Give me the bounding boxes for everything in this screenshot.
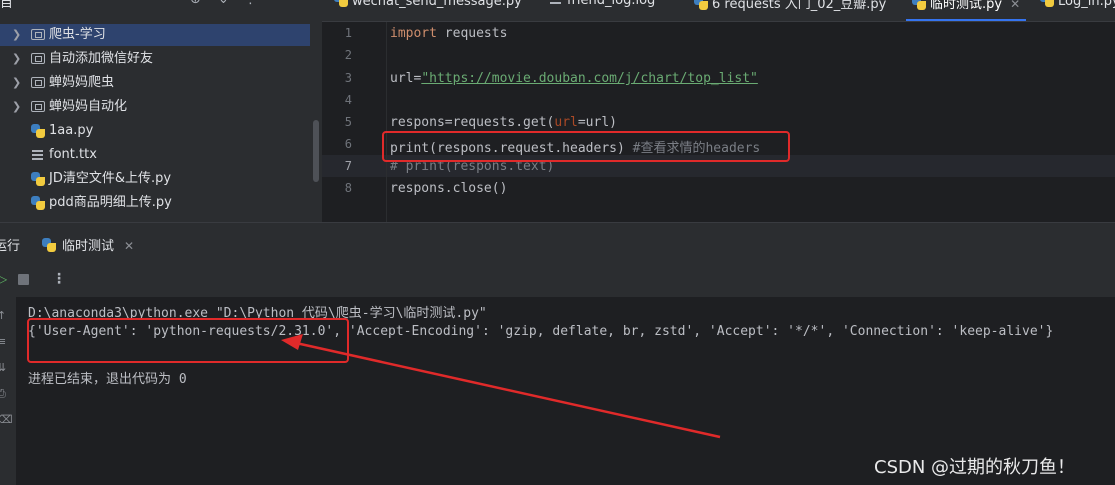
line-number: 5 [344, 115, 352, 129]
project-header: 目 ⊕ ⌄ ⋮ – [0, 0, 322, 12]
tab-label: 6 requests 入门_02_豆瓣.py [712, 0, 887, 12]
tree-file-font[interactable]: font.ttx [0, 143, 322, 167]
project-panel: 目 ⊕ ⌄ ⋮ – ❯ 爬虫-学习 ❯ 自动添加微信好友 ❯ 蝉妈妈爬虫 ❯ 蝉… [0, 0, 322, 222]
tree-item-label: 自动添加微信好友 [49, 51, 154, 66]
string-url: "https://movie.douban.com/j/chart/top_li… [421, 71, 758, 86]
tree-folder-pachong[interactable]: ❯ 爬虫-学习 [0, 23, 322, 47]
print-icon[interactable]: ⎙ [0, 387, 6, 401]
soft-wrap-icon[interactable]: ≡ [0, 335, 6, 348]
chevron-right-icon[interactable]: ❯ [12, 95, 22, 119]
text-file-icon [32, 150, 43, 160]
editor-tabs: wechat_send_message.py friend_log.log 6 … [322, 0, 1115, 22]
python-file-icon [694, 0, 708, 10]
line-number: 6 [344, 137, 352, 151]
tab-label: wechat_send_message.py [352, 0, 522, 9]
tree-item-label: 蝉妈妈爬虫 [49, 75, 115, 90]
tree-item-label: JD清空文件&上传.py [49, 171, 172, 186]
close-icon[interactable]: ✕ [124, 239, 134, 253]
code-line-8: respons.close() [390, 181, 508, 196]
options-icon[interactable]: ⋮ [244, 0, 257, 7]
line-number: 4 [344, 93, 352, 107]
python-file-icon [42, 238, 56, 252]
code-line-3: url="https://movie.douban.com/j/chart/to… [390, 71, 758, 86]
tree-item-label: 蝉妈妈自动化 [49, 99, 128, 114]
python-file-icon [1040, 0, 1054, 7]
highlight-box-print-line [382, 131, 790, 162]
tab-linshi-ceshi[interactable]: 临时测试.py ✕ [905, 0, 1027, 21]
code-text: =url) [577, 115, 617, 130]
tab-friend-log[interactable]: friend_log.log [550, 0, 655, 15]
chevron-right-icon[interactable]: ❯ [12, 71, 22, 95]
locate-icon[interactable]: ⊕ [190, 0, 201, 7]
code-text: respons=requests.get( [390, 115, 555, 130]
run-tab-label: 临时测试 [62, 239, 115, 254]
param-name: url [554, 115, 578, 130]
tree-item-label: font.ttx [49, 147, 97, 162]
project-scrollbar[interactable] [313, 120, 319, 182]
tree-item-label: pdd商品明细上传.py [49, 195, 172, 210]
tree-item-label: 1aa.py [49, 123, 94, 138]
gutter-divider [386, 22, 387, 222]
python-file-icon [334, 0, 348, 7]
code-editor[interactable]: 1 2 3 4 5 6 7 8 import requests url="htt… [322, 22, 1115, 222]
tree-folder-chanmama-automation[interactable]: ❯ 蝉妈妈自动化 [0, 95, 322, 119]
tab-label: friend_log.log [567, 0, 656, 8]
python-file-icon [912, 0, 926, 10]
tree-file-1aa[interactable]: 1aa.py [0, 119, 322, 143]
code-line-1: import requests [390, 26, 507, 41]
tab-log-in[interactable]: Log_in.py [1040, 0, 1115, 15]
line-number: 2 [344, 48, 352, 62]
close-icon[interactable]: ✕ [1010, 0, 1020, 11]
more-options-icon[interactable]: ⋮ [52, 271, 66, 287]
tree-file-jd[interactable]: JD清空文件&上传.py [0, 167, 322, 191]
delete-icon[interactable]: ⌫ [0, 413, 13, 426]
folder-icon [31, 29, 45, 40]
scroll-end-icon[interactable]: ⇊ [0, 361, 6, 374]
chevron-right-icon[interactable]: ❯ [12, 23, 22, 47]
run-panel-title: 运行 [0, 239, 21, 254]
line-number-current: 7 [344, 159, 352, 173]
keyword-import: import [390, 26, 437, 41]
python-file-icon [31, 172, 45, 186]
tree-item-label: 爬虫-学习 [49, 27, 106, 42]
tab-label: 临时测试.py [930, 0, 1003, 12]
console-exit-message: 进程已结束，退出代码为 0 [28, 372, 187, 387]
folder-icon [31, 101, 45, 112]
rerun-icon[interactable]: ▷ [0, 272, 7, 286]
line-number: 1 [344, 26, 352, 40]
line-number: 3 [344, 71, 352, 85]
run-tab[interactable]: 临时测试 ✕ [42, 235, 134, 254]
tab-requests-douban[interactable]: 6 requests 入门_02_豆瓣.py [694, 0, 886, 15]
code-line-5: respons=requests.get(url=url) [390, 115, 617, 130]
line-number: 8 [344, 181, 352, 195]
folder-icon [31, 77, 45, 88]
run-side-toolbar: ↑ ≡ ⇊ ⎙ ⌫ [0, 297, 16, 485]
tree-folder-chanmama-crawler[interactable]: ❯ 蝉妈妈爬虫 [0, 71, 322, 95]
chevron-down-icon[interactable]: ⌄ [218, 0, 229, 7]
log-file-icon [550, 0, 561, 4]
stop-icon[interactable] [18, 274, 29, 285]
chevron-right-icon[interactable]: ❯ [12, 47, 22, 71]
highlight-box-user-agent [27, 318, 349, 363]
tree-folder-wechat[interactable]: ❯ 自动添加微信好友 [0, 47, 322, 71]
code-text: requests [436, 26, 508, 41]
tab-label: Log_in.py [1058, 0, 1115, 9]
watermark: CSDN @过期的秋刀鱼！ [874, 457, 1076, 478]
run-toolbar: ▷ ⋮ [0, 263, 1115, 297]
run-header: 运行 临时测试 ✕ [0, 223, 1115, 263]
folder-icon [31, 53, 45, 64]
code-text: url= [390, 71, 422, 86]
minimize-icon[interactable]: – [266, 0, 273, 7]
python-file-icon [31, 124, 45, 138]
up-icon[interactable]: ↑ [0, 309, 6, 322]
python-file-icon [31, 196, 45, 210]
tree-file-pdd[interactable]: pdd商品明细上传.py [0, 191, 322, 215]
project-title[interactable]: 目 [0, 0, 13, 11]
tab-wechat-send-message[interactable]: wechat_send_message.py [334, 0, 522, 15]
